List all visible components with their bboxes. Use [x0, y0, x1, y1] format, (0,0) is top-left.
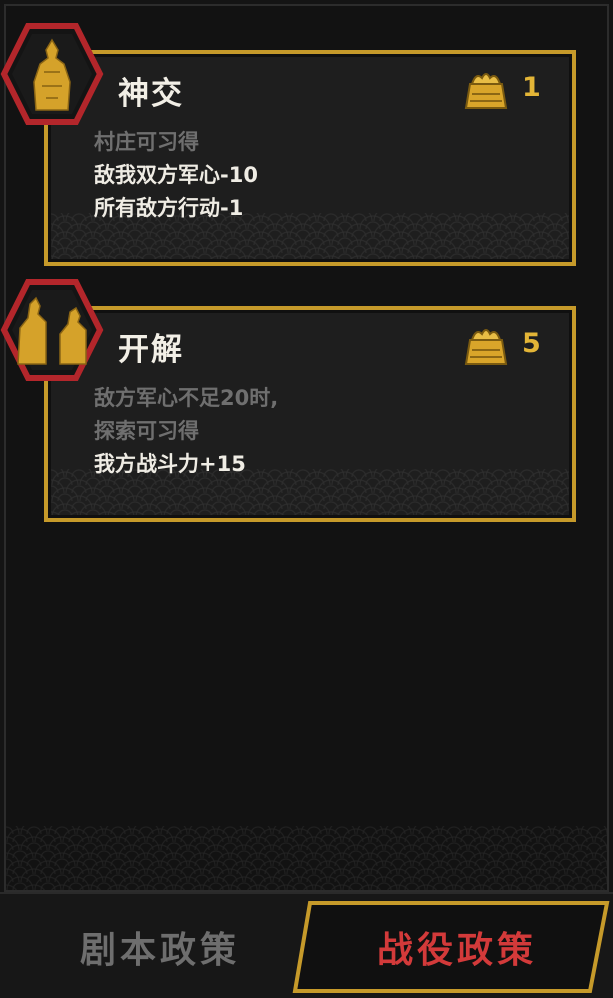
policy-acquire-text: 村庄可习得 [94, 130, 199, 154]
gold-bag-icon [464, 73, 508, 109]
gold-bag-icon [464, 329, 508, 365]
policy-acquire-text: 探索可习得 [94, 419, 199, 443]
policy-effect-text: 所有敌方行动-1 [94, 196, 244, 220]
tab-campaign-policy-label: 战役政策 [376, 930, 537, 971]
policy-title: 神交 [118, 76, 184, 112]
policy-card-2[interactable]: 开解 5 敌方军心不足20时, 探索可习得 我方战斗力+15 [44, 306, 576, 522]
policy-title: 开解 [118, 332, 184, 368]
policy-effect-text: 我方战斗力+15 [94, 452, 246, 476]
policy-tab-bar: 剧本政策 战役政策 [0, 892, 613, 998]
policy-cost: 5 [522, 328, 541, 359]
wave-pattern-decoration [6, 826, 607, 890]
policy-cost: 1 [522, 72, 541, 103]
policy-list-panel: 神交 1 村庄可习得 敌我双方军心-10 所有敌方行动-1 开解 5 敌方军心不… [4, 4, 609, 892]
policy-acquire-text: 敌方军心不足20时, [94, 386, 279, 410]
general-portrait-icon [0, 23, 104, 125]
tab-script-policy[interactable]: 剧本政策 [40, 914, 280, 980]
policy-card-1[interactable]: 神交 1 村庄可习得 敌我双方军心-10 所有敌方行动-1 [44, 50, 576, 266]
two-figures-portrait-icon [0, 279, 104, 381]
policy-effect-text: 敌我双方军心-10 [94, 163, 258, 187]
tab-campaign-policy[interactable]: 战役政策 [292, 900, 610, 994]
